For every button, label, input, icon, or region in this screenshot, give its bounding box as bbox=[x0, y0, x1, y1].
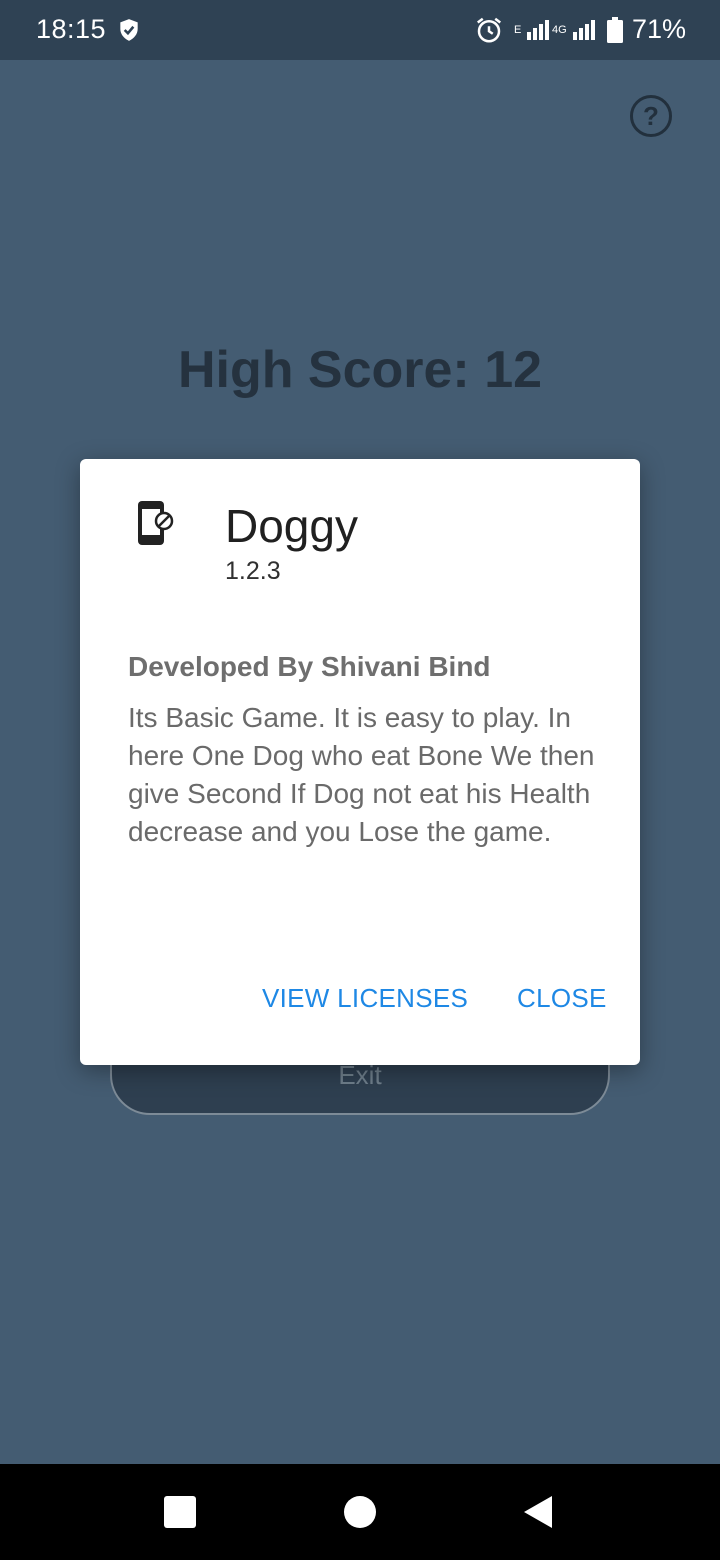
battery-percent: 71% bbox=[632, 14, 687, 44]
navigation-bar bbox=[0, 1464, 720, 1560]
battery-icon bbox=[607, 17, 623, 43]
back-button[interactable] bbox=[522, 1494, 554, 1530]
status-bar: 18:15 E 4G 71% bbox=[0, 0, 720, 60]
shield-icon bbox=[120, 19, 138, 41]
phone-blocked-icon bbox=[138, 501, 174, 545]
network-type-label: E bbox=[514, 24, 522, 36]
about-dialog: Doggy 1.2.3 Developed By Shivani Bind It… bbox=[80, 459, 640, 1065]
network-type-label-2: 4G bbox=[552, 24, 567, 36]
alarm-icon bbox=[477, 17, 501, 43]
developer-credit: Developed By Shivani Bind bbox=[128, 651, 491, 682]
view-licenses-button[interactable]: VIEW LICENSES bbox=[262, 983, 468, 1014]
status-time: 18:15 bbox=[36, 14, 107, 44]
close-button[interactable]: CLOSE bbox=[517, 983, 607, 1014]
signal-icon-2 bbox=[573, 20, 595, 40]
home-button[interactable] bbox=[344, 1496, 376, 1528]
app-version: 1.2.3 bbox=[225, 557, 281, 585]
signal-icon bbox=[527, 20, 549, 40]
app-description: Its Basic Game. It is easy to play. In h… bbox=[128, 702, 595, 847]
recents-button[interactable] bbox=[164, 1496, 196, 1528]
app-name: Doggy bbox=[225, 500, 358, 552]
